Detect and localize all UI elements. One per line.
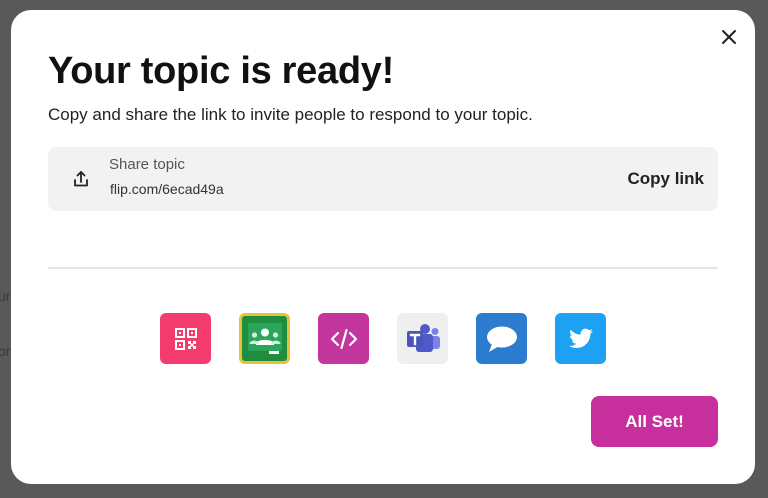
google-classroom-button[interactable] <box>239 313 290 364</box>
share-link-box: Share topic flip.com/6ecad49a Copy link <box>48 147 718 211</box>
background-text-fragment: ur <box>0 288 11 304</box>
copy-link-button[interactable]: Copy link <box>627 169 704 189</box>
share-url[interactable]: flip.com/6ecad49a <box>110 181 224 197</box>
embed-code-icon <box>330 328 357 349</box>
share-topic-label: Share topic <box>109 156 185 173</box>
google-classroom-icon <box>244 319 285 358</box>
background-text-fragment: or <box>0 343 11 359</box>
twitter-button[interactable] <box>555 313 606 364</box>
microsoft-teams-icon <box>406 323 440 352</box>
share-topic-dialog: Your topic is ready! Copy and share the … <box>11 10 755 484</box>
qr-code-button[interactable] <box>160 313 211 364</box>
dialog-title: Your topic is ready! <box>48 50 394 92</box>
divider <box>48 267 718 269</box>
embed-button[interactable] <box>318 313 369 364</box>
microsoft-teams-button[interactable] <box>397 313 448 364</box>
close-icon <box>722 30 736 44</box>
remind-chat-icon <box>486 326 517 352</box>
dialog-subtitle: Copy and share the link to invite people… <box>48 105 533 124</box>
qr-code-icon <box>174 327 197 350</box>
close-button[interactable] <box>717 25 741 49</box>
share-upload-icon <box>74 171 88 187</box>
all-set-button[interactable]: All Set! <box>591 396 718 447</box>
twitter-icon <box>568 328 593 348</box>
remind-button[interactable] <box>476 313 527 364</box>
